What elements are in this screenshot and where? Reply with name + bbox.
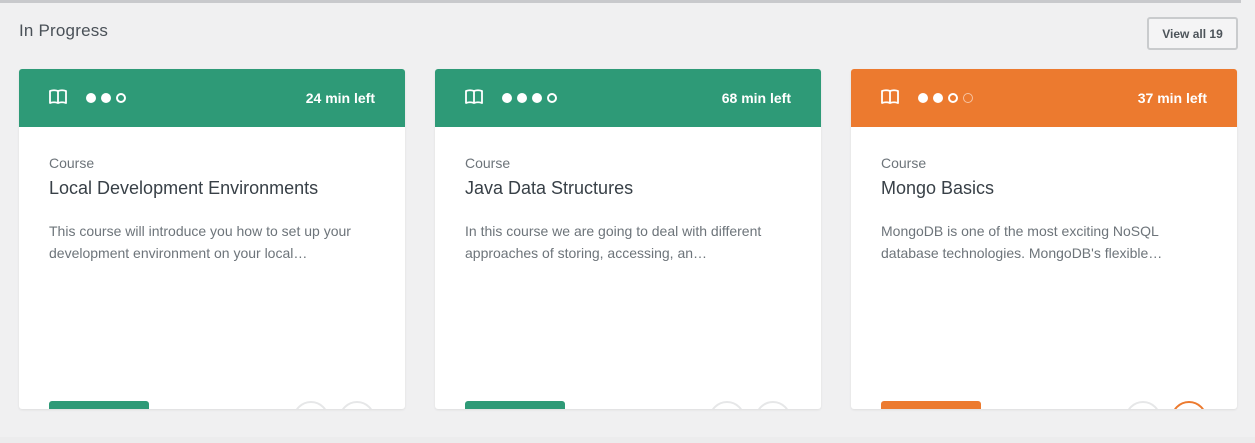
favorite-button[interactable] xyxy=(339,401,375,409)
resume-button[interactable]: Resume xyxy=(49,401,149,409)
card-description: In this course we are going to deal with… xyxy=(465,223,762,261)
card-header: 68 min left xyxy=(435,69,821,127)
view-all-button[interactable]: View all 19 xyxy=(1147,17,1238,50)
book-icon xyxy=(465,89,483,104)
section-title: In Progress xyxy=(19,21,109,40)
resume-button[interactable]: Resume xyxy=(465,401,565,409)
card-type: Course xyxy=(881,155,927,171)
progress-dot-faded xyxy=(963,93,973,103)
play-button[interactable] xyxy=(709,401,745,409)
card-description: This course will introduce you how to se… xyxy=(49,223,351,261)
book-icon xyxy=(49,89,67,104)
progress-dot-empty xyxy=(547,93,557,103)
progress-dot-filled xyxy=(933,93,943,103)
card-title[interactable]: Mongo Basics xyxy=(881,178,994,199)
progress-dot-filled xyxy=(101,93,111,103)
progress-dot-filled xyxy=(532,93,542,103)
book-icon xyxy=(881,89,899,104)
card-body: Course Local Development Environments Th… xyxy=(19,127,405,409)
card-header: 37 min left xyxy=(851,69,1237,127)
course-card[interactable]: 68 min left Course Java Data Structures … xyxy=(435,69,821,409)
card-title[interactable]: Local Development Environments xyxy=(49,178,318,199)
card-body: Course Java Data Structures In this cour… xyxy=(435,127,821,409)
progress-dots xyxy=(502,93,557,103)
progress-dot-filled xyxy=(502,93,512,103)
resume-button[interactable]: Resume xyxy=(881,401,981,409)
time-left: 24 min left xyxy=(305,90,375,106)
progress-dot-empty xyxy=(116,93,126,103)
bottom-divider xyxy=(0,437,1255,443)
favorite-button[interactable] xyxy=(755,401,791,409)
card-body: Course Mongo Basics MongoDB is one of th… xyxy=(851,127,1237,409)
card-type: Course xyxy=(465,155,511,171)
time-left: 68 min left xyxy=(721,90,791,106)
play-button[interactable] xyxy=(1125,401,1161,409)
progress-dots xyxy=(86,93,126,103)
play-button[interactable] xyxy=(293,401,329,409)
progress-dot-empty xyxy=(948,93,958,103)
progress-dot-filled xyxy=(918,93,928,103)
card-description: MongoDB is one of the most exciting NoSQ… xyxy=(881,223,1163,261)
course-card[interactable]: 24 min left Course Local Development Env… xyxy=(19,69,405,409)
progress-dots xyxy=(918,93,973,103)
progress-dot-filled xyxy=(86,93,96,103)
course-card[interactable]: 37 min left Course Mongo Basics MongoDB … xyxy=(851,69,1237,409)
progress-dot-filled xyxy=(517,93,527,103)
card-header: 24 min left xyxy=(19,69,405,127)
time-left: 37 min left xyxy=(1137,90,1207,106)
card-title[interactable]: Java Data Structures xyxy=(465,178,633,199)
card-type: Course xyxy=(49,155,95,171)
top-divider xyxy=(0,0,1241,3)
favorite-button[interactable] xyxy=(1171,401,1207,409)
